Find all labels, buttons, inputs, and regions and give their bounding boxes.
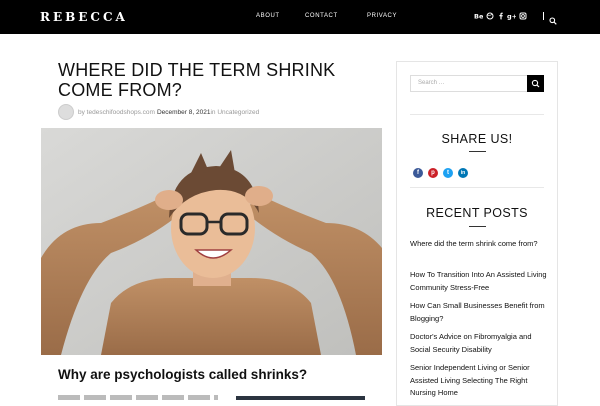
site-logo[interactable]: REBECCA (40, 10, 128, 24)
behance-icon[interactable]: Be (474, 12, 483, 21)
section-heading: Why are psychologists called shrinks? (58, 367, 308, 382)
svg-text:Be: Be (474, 13, 483, 21)
search-icon (531, 79, 540, 88)
search-button[interactable] (527, 75, 544, 92)
sidebar-divider (410, 114, 544, 115)
recent-post-link[interactable]: Senior Independent Living or Senior Assi… (410, 362, 550, 400)
facebook-icon[interactable] (497, 12, 505, 20)
sidebar-divider (410, 187, 544, 188)
svg-text:g+: g+ (507, 13, 516, 21)
google-plus-icon[interactable]: g+ (507, 12, 516, 21)
top-navbar: REBECCA ABOUT CONTACT PRIVACY Be g+ (0, 0, 600, 34)
linkedin-share-icon[interactable]: in (458, 168, 468, 178)
search-icon[interactable] (549, 12, 557, 30)
twitter-share-icon[interactable]: t (443, 168, 453, 178)
body-text-peek (58, 395, 218, 400)
author-avatar (58, 104, 74, 120)
nav-contact[interactable]: CONTACT (305, 13, 338, 19)
recent-posts-title: RECENT POSTS (426, 206, 528, 220)
search-input[interactable]: Search … (410, 75, 528, 92)
instagram-icon[interactable] (519, 12, 527, 20)
post-author[interactable]: by tedeschifoodshops.com (78, 109, 155, 116)
facebook-share-icon[interactable]: f (413, 168, 423, 178)
navbar-divider (543, 12, 544, 20)
nav-privacy[interactable]: PRIVACY (367, 13, 397, 19)
share-widget-title: SHARE US! (441, 132, 513, 146)
dribbble-icon[interactable] (486, 12, 494, 20)
inline-image-peek (236, 396, 365, 400)
title-underline (469, 226, 486, 227)
recent-post-link[interactable]: Doctor's Advice on Fibromyalgia and Soci… (410, 331, 550, 356)
recent-post-link[interactable]: How To Transition Into An Assisted Livin… (410, 269, 550, 294)
post-title[interactable]: WHERE DID THE TERM SHRINK COME FROM? (58, 60, 358, 100)
recent-post-link[interactable]: Where did the term shrink come from? (410, 238, 550, 251)
post-category[interactable]: in Uncategorized (210, 109, 259, 116)
post-meta: by tedeschifoodshops.com December 8, 202… (58, 104, 259, 120)
recent-post-link[interactable]: How Can Small Businesses Benefit from Bl… (410, 300, 550, 325)
featured-image[interactable] (41, 128, 382, 355)
nav-about[interactable]: ABOUT (256, 13, 280, 19)
post-date[interactable]: December 8, 2021 (157, 109, 210, 116)
pinterest-share-icon[interactable]: p (428, 168, 438, 178)
title-underline (469, 151, 486, 152)
